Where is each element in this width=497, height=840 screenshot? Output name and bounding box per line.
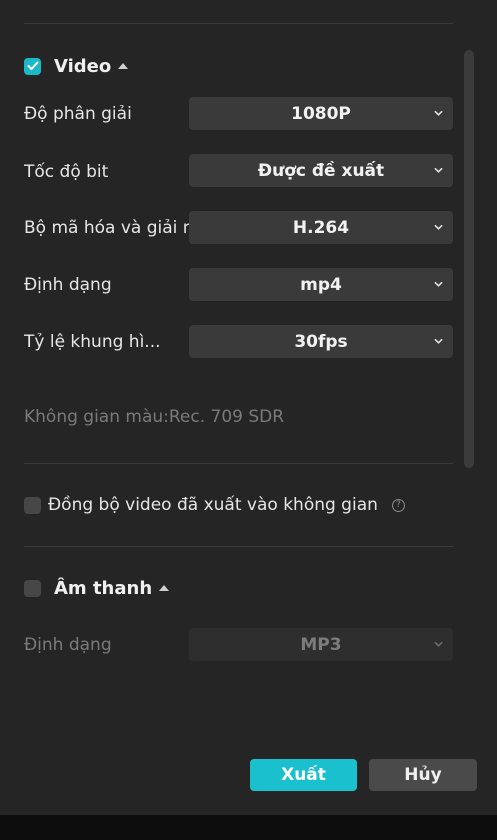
bitrate-value: Được đề xuất bbox=[257, 160, 385, 181]
frame-rate-label: Tỷ lệ khung hì... bbox=[24, 332, 161, 352]
audio-section-title: Âm thanh bbox=[54, 577, 153, 599]
scrollbar[interactable] bbox=[464, 50, 474, 468]
caret-up-icon[interactable] bbox=[118, 63, 129, 69]
sync-checkbox[interactable] bbox=[24, 496, 41, 514]
checkmark-icon bbox=[27, 61, 38, 70]
format-select[interactable]: mp4 bbox=[189, 268, 453, 301]
bitrate-label: Tốc độ bit bbox=[24, 162, 109, 182]
export-settings-panel: Video Độ phân giải 1080P Tốc độ bit Được… bbox=[0, 0, 497, 815]
color-space-info: Không gian màu:Rec. 709 SDR bbox=[24, 407, 285, 427]
chevron-down-icon bbox=[434, 110, 443, 116]
video-section-title: Video bbox=[54, 55, 112, 77]
audio-format-label: Định dạng bbox=[24, 635, 112, 655]
codec-label: Bộ mã hóa và giải m bbox=[24, 218, 190, 238]
chevron-down-icon bbox=[434, 167, 443, 173]
export-button[interactable]: Xuất bbox=[250, 759, 357, 791]
frame-rate-select[interactable]: 30fps bbox=[189, 325, 453, 358]
chevron-down-icon bbox=[434, 281, 443, 287]
resolution-label: Độ phân giải bbox=[24, 104, 132, 124]
audio-checkbox[interactable] bbox=[24, 579, 41, 597]
audio-section-header[interactable]: Âm thanh bbox=[24, 577, 170, 599]
resolution-select[interactable]: 1080P bbox=[189, 97, 453, 130]
section-divider bbox=[24, 546, 453, 547]
sync-label: Đồng bộ video đã xuất vào không gian bbox=[48, 495, 378, 515]
caret-up-icon[interactable] bbox=[159, 585, 170, 591]
audio-format-value: MP3 bbox=[300, 634, 342, 655]
resolution-value: 1080P bbox=[291, 103, 351, 124]
video-checkbox[interactable] bbox=[24, 57, 41, 75]
format-value: mp4 bbox=[300, 274, 342, 295]
format-label: Định dạng bbox=[24, 275, 112, 295]
cancel-button[interactable]: Hủy bbox=[369, 759, 477, 791]
codec-select[interactable]: H.264 bbox=[189, 211, 453, 244]
section-divider bbox=[24, 463, 453, 464]
chevron-down-icon bbox=[434, 338, 443, 344]
top-divider bbox=[24, 23, 453, 24]
audio-format-select[interactable]: MP3 bbox=[189, 628, 453, 661]
sync-option[interactable]: Đồng bộ video đã xuất vào không gian ? bbox=[24, 494, 405, 516]
chevron-down-icon bbox=[434, 224, 443, 230]
bitrate-select[interactable]: Được đề xuất bbox=[189, 154, 453, 187]
codec-value: H.264 bbox=[292, 217, 350, 238]
frame-rate-value: 30fps bbox=[294, 331, 348, 352]
bottom-bar bbox=[0, 815, 497, 840]
chevron-down-icon bbox=[434, 641, 443, 647]
video-section-header[interactable]: Video bbox=[24, 55, 129, 77]
question-circle-icon[interactable]: ? bbox=[391, 498, 405, 512]
